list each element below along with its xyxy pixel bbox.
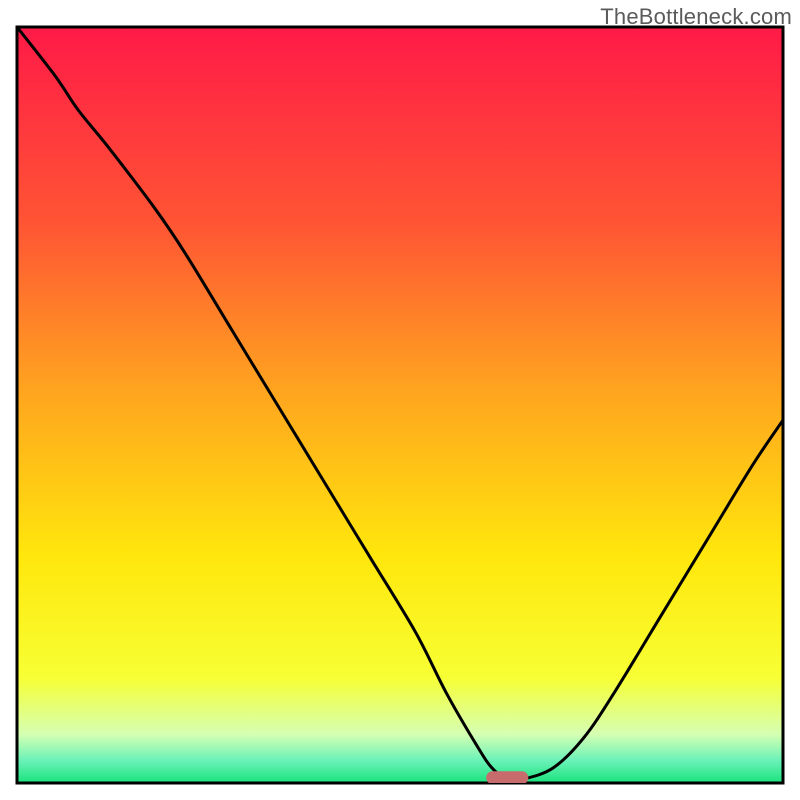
watermark-text: TheBottleneck.com (600, 4, 792, 30)
optimal-zone-marker (486, 771, 528, 784)
chart-container: TheBottleneck.com (0, 0, 800, 800)
plot-background (17, 27, 783, 783)
bottleneck-chart (0, 0, 800, 800)
